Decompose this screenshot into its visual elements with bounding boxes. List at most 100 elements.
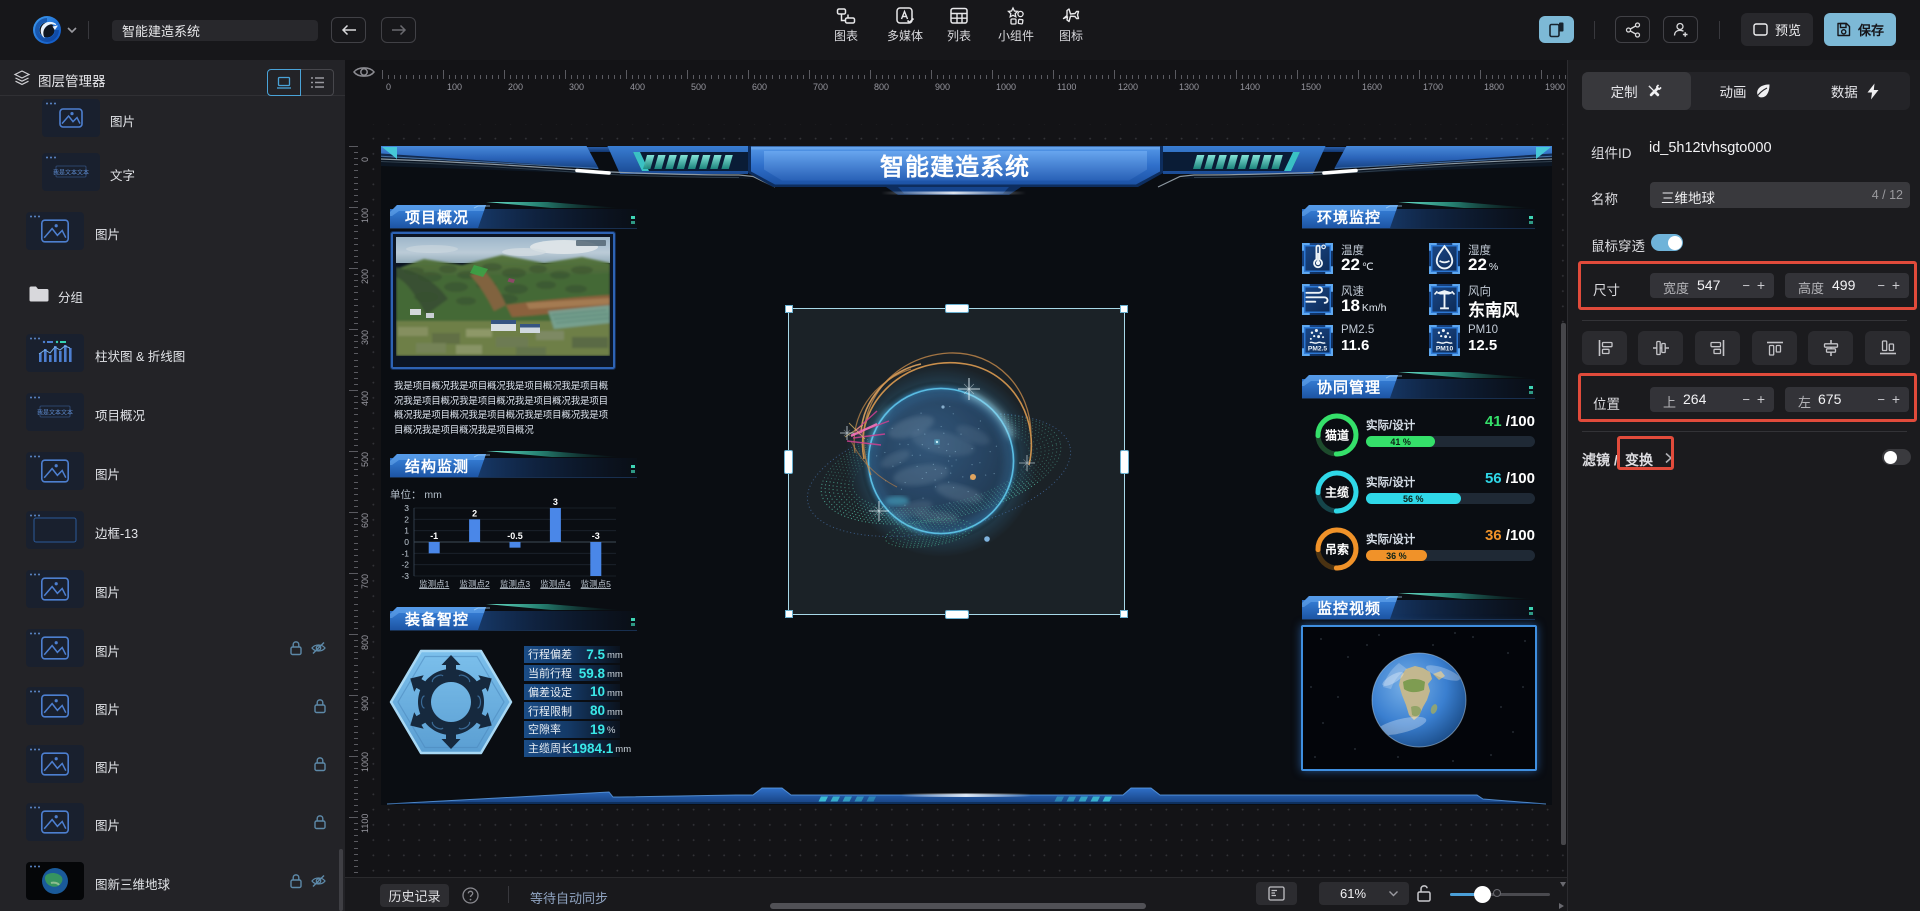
left-minus-button[interactable]: − bbox=[1877, 392, 1885, 407]
resize-handle-w[interactable] bbox=[784, 450, 793, 474]
toolbar-item-1[interactable]: 图表 bbox=[818, 6, 874, 54]
layer-item-图片[interactable]: 图片 bbox=[0, 202, 345, 260]
project-photo bbox=[396, 237, 610, 356]
add-user-button[interactable] bbox=[1663, 16, 1698, 43]
svg-text:监测点1: 监测点1 bbox=[419, 579, 450, 589]
mouse-through-toggle[interactable] bbox=[1651, 234, 1683, 251]
resize-handle-se[interactable] bbox=[1120, 610, 1128, 618]
lock-icon[interactable] bbox=[289, 873, 303, 889]
resize-handle-nw[interactable] bbox=[785, 305, 793, 313]
ruler-tick bbox=[354, 469, 358, 471]
eye-off-icon[interactable] bbox=[310, 640, 327, 656]
canvas-vertical-scrollbar[interactable] bbox=[1561, 323, 1566, 845]
minimap-button[interactable] bbox=[1256, 882, 1297, 905]
top-minus-button[interactable]: − bbox=[1742, 392, 1750, 407]
divider bbox=[1582, 431, 1907, 432]
layer-item-图新三维地球[interactable]: 图新三维地球 bbox=[0, 852, 345, 910]
layer-item-柱状图 & 折线图[interactable]: 柱状图 & 折线图 bbox=[0, 324, 345, 382]
ruler-tick bbox=[1046, 75, 1048, 79]
ruler-tick bbox=[354, 182, 358, 184]
width-plus-button[interactable]: + bbox=[1757, 277, 1765, 293]
align-left-button[interactable] bbox=[1582, 331, 1627, 365]
editor-canvas[interactable]: 智能建造系统 项目概况 结构监测 装备智控 环境监控 协同管理 监控视频 我是项目概况我是项目… bbox=[345, 60, 1567, 911]
ruler-label: 700 bbox=[813, 82, 829, 92]
tab-data[interactable]: 数据 bbox=[1801, 72, 1910, 110]
screen-title-input[interactable] bbox=[112, 20, 318, 41]
tab-animation[interactable]: 动画 bbox=[1691, 72, 1800, 110]
lock-icon[interactable] bbox=[313, 698, 327, 714]
history-button[interactable]: 历史记录 bbox=[380, 884, 449, 907]
width-stepper[interactable]: 宽度 547 − + bbox=[1650, 273, 1774, 298]
transform-link[interactable]: 变换 bbox=[1625, 450, 1653, 470]
layer-item-图片[interactable]: 图片 bbox=[0, 619, 345, 677]
ruler-tick bbox=[1553, 75, 1555, 79]
collab-progress-track: 36 % bbox=[1366, 550, 1535, 561]
save-button[interactable]: 保存 bbox=[1824, 13, 1896, 46]
zoom-slider[interactable] bbox=[1450, 886, 1550, 903]
top-plus-button[interactable]: + bbox=[1757, 391, 1765, 407]
ruler-tick bbox=[354, 798, 358, 800]
layer-item-图片[interactable]: 图片 bbox=[0, 677, 345, 735]
zoom-select[interactable]: 61% bbox=[1319, 882, 1409, 905]
resize-handle-e[interactable] bbox=[1120, 450, 1129, 474]
selection-box[interactable] bbox=[784, 304, 1129, 619]
layer-item-图片[interactable]: 图片 bbox=[0, 89, 345, 147]
layer-item-边框-13[interactable]: 边框-13 bbox=[0, 501, 345, 559]
align-top-button[interactable] bbox=[1752, 331, 1797, 365]
width-minus-button[interactable]: − bbox=[1742, 278, 1750, 293]
unlock-icon[interactable] bbox=[1416, 884, 1432, 903]
height-minus-button[interactable]: − bbox=[1877, 278, 1885, 293]
toolbar-item-5[interactable]: 图标 bbox=[1043, 6, 1099, 54]
resize-handle-n[interactable] bbox=[944, 304, 969, 313]
align-bottom-button[interactable] bbox=[1865, 331, 1910, 365]
height-plus-button[interactable]: + bbox=[1892, 277, 1900, 293]
eye-icon[interactable] bbox=[352, 63, 376, 81]
filter-toggle[interactable] bbox=[1882, 449, 1911, 465]
ruler-tick bbox=[354, 591, 358, 593]
equipment-stat-row: 行程偏差 7.5 mm bbox=[524, 646, 623, 663]
layer-item-图片[interactable]: 图片 bbox=[0, 560, 345, 618]
screen-view-toggle[interactable] bbox=[267, 69, 301, 96]
layer-item-图片[interactable]: 图片 bbox=[0, 735, 345, 793]
ruler-tick bbox=[992, 70, 993, 79]
layer-item-图片[interactable]: 图片 bbox=[0, 793, 345, 851]
scroll-down-arrow-icon[interactable] bbox=[1559, 880, 1567, 888]
canvas-horizontal-scrollbar[interactable] bbox=[770, 903, 1146, 909]
resize-handle-s[interactable] bbox=[944, 610, 969, 619]
app-logo-icon[interactable] bbox=[32, 15, 62, 45]
eye-off-icon[interactable] bbox=[310, 873, 327, 889]
share-button[interactable] bbox=[1615, 16, 1650, 43]
left-plus-button[interactable]: + bbox=[1892, 391, 1900, 407]
panels-toggle-button[interactable] bbox=[1539, 16, 1574, 43]
height-stepper[interactable]: 高度 499 − + bbox=[1785, 273, 1909, 298]
lock-icon[interactable] bbox=[289, 640, 303, 656]
lock-icon[interactable] bbox=[313, 756, 327, 772]
ruler-tick bbox=[662, 75, 664, 79]
ruler-tick bbox=[354, 249, 358, 251]
left-stepper[interactable]: 左 675 − + bbox=[1785, 387, 1909, 412]
top-stepper[interactable]: 上 264 − + bbox=[1650, 387, 1774, 412]
tab-customize[interactable]: 定制 bbox=[1582, 72, 1692, 110]
resize-handle-ne[interactable] bbox=[1120, 305, 1128, 313]
name-input[interactable]: 三维地球 4 / 12 bbox=[1650, 182, 1910, 208]
sidebar-scrollbar[interactable] bbox=[339, 849, 343, 911]
align-middle-v-button[interactable] bbox=[1808, 331, 1853, 365]
layer-item-项目概况[interactable]: 我是文本文本 项目概况 bbox=[0, 383, 345, 441]
undo-button[interactable] bbox=[331, 17, 366, 43]
lock-icon[interactable] bbox=[313, 814, 327, 830]
redo-button[interactable] bbox=[381, 17, 416, 43]
resize-handle-sw[interactable] bbox=[785, 610, 793, 618]
layer-item-分组[interactable]: 分组 bbox=[0, 265, 345, 323]
help-icon[interactable] bbox=[462, 887, 479, 904]
toolbar-item-3[interactable]: 列表 bbox=[931, 6, 987, 54]
zoom-slider-knob[interactable] bbox=[1474, 886, 1491, 903]
toolbar-item-4[interactable]: 小组件 bbox=[988, 6, 1044, 54]
scroll-right-arrow-icon[interactable] bbox=[1557, 902, 1565, 910]
toolbar-item-2[interactable]: 多媒体 bbox=[877, 6, 933, 54]
align-right-button[interactable] bbox=[1695, 331, 1740, 365]
logo-dropdown-caret-icon[interactable] bbox=[66, 26, 78, 34]
preview-button[interactable]: 预览 bbox=[1741, 13, 1813, 46]
layer-item-图片[interactable]: 图片 bbox=[0, 442, 345, 500]
align-center-h-button[interactable] bbox=[1638, 331, 1683, 365]
layer-item-文字[interactable]: 我是文本文本 文字 bbox=[0, 143, 345, 201]
